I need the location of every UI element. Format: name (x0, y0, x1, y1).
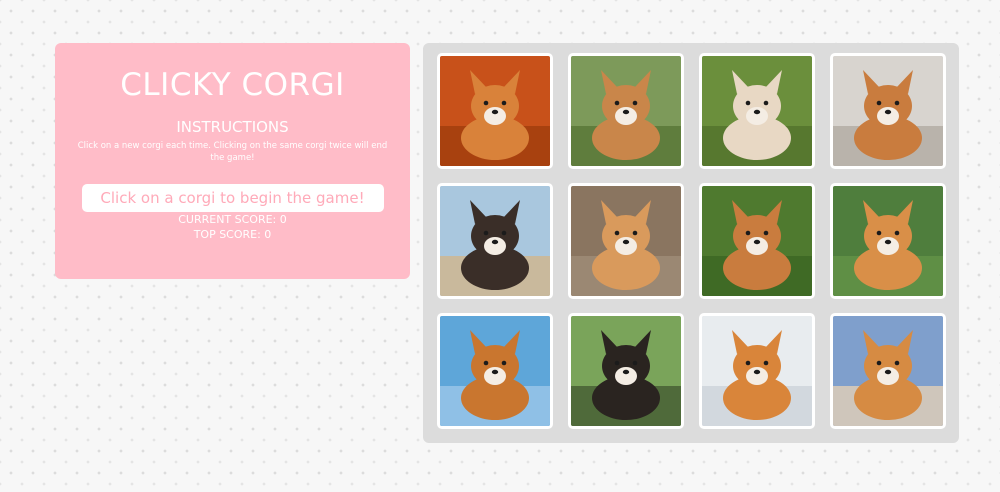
corgi-photo (702, 186, 812, 296)
corgi-photo (571, 186, 681, 296)
corgi-card[interactable] (437, 53, 553, 169)
corgi-card[interactable] (437, 183, 553, 299)
corgi-card[interactable] (830, 313, 946, 429)
corgi-photo (833, 186, 943, 296)
corgi-card[interactable] (830, 53, 946, 169)
game-message: Click on a corgi to begin the game! (81, 184, 384, 212)
corgi-photo (571, 316, 681, 426)
card-grid (423, 43, 959, 443)
corgi-photo (571, 56, 681, 166)
corgi-photo (440, 186, 550, 296)
corgi-card[interactable] (699, 313, 815, 429)
instructions-heading: INSTRUCTIONS (176, 118, 289, 136)
corgi-photo (833, 316, 943, 426)
game-title: CLICKY CORGI (120, 67, 345, 103)
corgi-card[interactable] (830, 183, 946, 299)
corgi-photo (440, 56, 550, 166)
corgi-photo (702, 316, 812, 426)
top-score: TOP SCORE: 0 (193, 228, 272, 241)
corgi-card[interactable] (699, 53, 815, 169)
header-panel: CLICKY CORGI INSTRUCTIONS Click on a new… (55, 43, 410, 279)
corgi-card[interactable] (437, 313, 553, 429)
corgi-card[interactable] (568, 53, 684, 169)
corgi-card[interactable] (568, 183, 684, 299)
corgi-photo (702, 56, 812, 166)
corgi-card[interactable] (568, 313, 684, 429)
corgi-card[interactable] (699, 183, 815, 299)
current-score: CURRENT SCORE: 0 (178, 213, 287, 226)
corgi-photo (833, 56, 943, 166)
corgi-photo (440, 316, 550, 426)
instructions-text: Click on a new corgi each time. Clicking… (77, 141, 388, 163)
